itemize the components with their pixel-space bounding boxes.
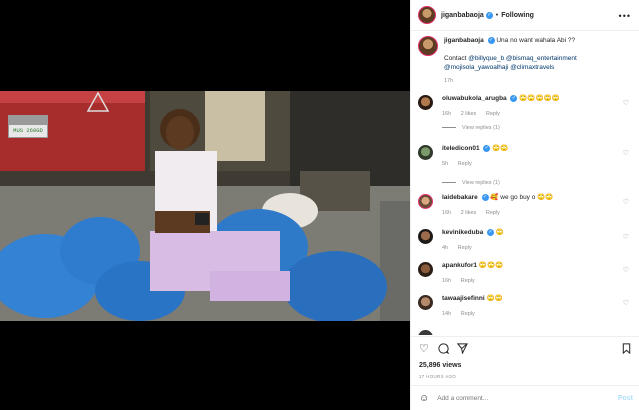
- contact-label: Contact: [444, 55, 467, 62]
- comment-item: laidebakare ✓ 🥰 we go buy o 🙄🙄 16h 2 lik…: [418, 194, 633, 217]
- comment-username[interactable]: laidebakare: [442, 194, 478, 201]
- more-options-icon[interactable]: •••: [619, 11, 631, 21]
- reply-button[interactable]: Reply: [458, 161, 472, 167]
- add-comment-bar: ☺ Post: [411, 385, 639, 410]
- video-frame: [0, 91, 410, 321]
- verified-icon: ✓: [483, 145, 491, 152]
- comment-input[interactable]: [437, 394, 608, 402]
- separator-dot: •: [495, 11, 499, 19]
- share-icon[interactable]: [456, 343, 468, 357]
- comment-avatar[interactable]: [418, 262, 433, 277]
- comment-item: iteledicon01 ✓ 🙄🙄 5h Reply ♡ View replie…: [418, 145, 633, 186]
- comment-time: 14h: [442, 311, 452, 317]
- emoji-icon[interactable]: ☺: [419, 393, 429, 404]
- comment-item: kevinikeduba ✓ 🙄 4h Reply ♡: [418, 229, 633, 252]
- comment-item: tawaajisefinni 🙄🙄 14h Reply ♡: [418, 295, 633, 318]
- comment-likes[interactable]: 2 likes: [461, 210, 477, 216]
- comment-username[interactable]: iteledicon01: [442, 145, 480, 152]
- comment-username[interactable]: apankufor1: [442, 262, 477, 269]
- comment-avatar[interactable]: [418, 229, 433, 244]
- comment-likes[interactable]: 2 likes: [461, 111, 477, 117]
- comment-username[interactable]: oluwabukola_arugba: [442, 95, 507, 102]
- caption: jiganbabaoja ✓ Una no want wahala Abi ??…: [418, 36, 633, 86]
- verified-icon: ✓: [487, 36, 495, 44]
- caption-time: 17h: [444, 78, 454, 84]
- post-actions: ♡ 25,896 views 17 HOURS AGO: [411, 336, 639, 384]
- comment-item: apankufor1 🙄🙄🙄 16h Reply ♡: [418, 262, 633, 285]
- reply-button[interactable]: Reply: [458, 245, 472, 251]
- caption-avatar[interactable]: [418, 36, 438, 56]
- post-timestamp: 17 HOURS AGO: [419, 374, 457, 379]
- comment-time: 16h: [442, 278, 452, 284]
- view-replies[interactable]: View replies (1): [442, 125, 633, 131]
- like-comment-icon[interactable]: ♡: [623, 233, 629, 241]
- post-video[interactable]: MUS 260GD: [0, 91, 410, 321]
- comment-time: 16h: [442, 210, 452, 217]
- comment-avatar[interactable]: [418, 330, 433, 335]
- verified-icon: ✓: [510, 95, 518, 102]
- like-comment-icon[interactable]: ♡: [623, 266, 629, 274]
- comments-list[interactable]: jiganbabaoja ✓ Una no want wahala Abi ??…: [411, 32, 639, 335]
- save-icon[interactable]: [622, 343, 631, 357]
- like-icon[interactable]: ♡: [419, 343, 429, 355]
- caption-username[interactable]: jiganbabaoja: [444, 37, 484, 44]
- comment-item: oluwabukola_arugba ✓ 🙄🙄🙄🙄🙄 16h 2 likes R…: [418, 95, 633, 131]
- comment-time: 4h: [442, 245, 449, 252]
- following-button[interactable]: Following: [501, 12, 534, 19]
- comment-time: 16h: [442, 111, 452, 118]
- post-header: jiganbabaoja ✓ • Following •••: [411, 0, 639, 31]
- reply-button[interactable]: Reply: [486, 210, 500, 216]
- reply-button[interactable]: Reply: [461, 278, 475, 284]
- comment-text: 🙄🙄: [492, 145, 509, 153]
- view-replies[interactable]: View replies (1): [442, 180, 633, 186]
- comment-text: 🙄🙄🙄🙄🙄: [519, 95, 560, 103]
- comment-username[interactable]: tawaajisefinni: [442, 295, 485, 302]
- verified-icon: ✓: [487, 229, 494, 236]
- comment-text: 🙄🙄: [486, 295, 503, 302]
- media-panel: MUS 260GD: [0, 0, 410, 410]
- license-plate: MUS 260GD: [8, 124, 48, 138]
- avatar[interactable]: [418, 6, 436, 24]
- like-comment-icon[interactable]: ♡: [623, 149, 629, 157]
- comment-avatar[interactable]: [418, 295, 433, 310]
- comment-time: 5h: [442, 161, 449, 168]
- like-comment-icon[interactable]: ♡: [623, 198, 629, 206]
- like-comment-icon[interactable]: ♡: [623, 299, 629, 307]
- comment-username[interactable]: kevinikeduba: [442, 229, 483, 236]
- like-comment-icon[interactable]: ♡: [623, 99, 629, 107]
- verified-icon: ✓: [481, 194, 489, 201]
- verified-icon: ✓: [485, 11, 493, 19]
- post-sidebar: jiganbabaoja ✓ • Following ••• jiganbaba…: [410, 0, 639, 410]
- comment-text: 🙄🙄🙄: [478, 262, 504, 269]
- header-username[interactable]: jiganbabaoja: [441, 12, 484, 19]
- comment-text: 🙄: [495, 229, 504, 237]
- post-button[interactable]: Post: [618, 395, 633, 402]
- views-count[interactable]: 25,896 views: [419, 362, 461, 369]
- comment-avatar[interactable]: [418, 145, 433, 160]
- reply-button[interactable]: Reply: [486, 111, 500, 117]
- comment-avatar[interactable]: [418, 194, 433, 209]
- comment-avatar[interactable]: [418, 95, 433, 110]
- comment-icon[interactable]: [438, 343, 450, 357]
- reply-button[interactable]: Reply: [461, 311, 475, 317]
- comment-text: 🥰 we go buy o 🙄🙄: [490, 194, 554, 202]
- caption-text: Una no want wahala Abi ??: [496, 37, 576, 44]
